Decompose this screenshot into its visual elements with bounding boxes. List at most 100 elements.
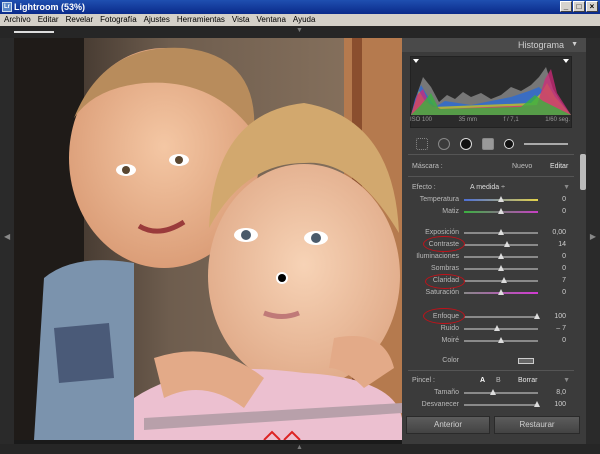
mask-label: Máscara : — [412, 163, 443, 170]
slider-track[interactable] — [464, 289, 538, 295]
slider-saturacion[interactable]: Saturación 0 — [410, 288, 572, 298]
slider-knob[interactable] — [498, 253, 504, 259]
menu-herramientas[interactable]: Herramientas — [177, 14, 225, 26]
slider-track[interactable] — [464, 325, 538, 331]
previous-button[interactable]: Anterior — [406, 416, 490, 434]
title-bar: Lr Lightroom (53%) _ □ × — [0, 0, 600, 14]
histogram-graph — [411, 59, 571, 115]
slider-track[interactable] — [464, 337, 538, 343]
close-button[interactable]: × — [586, 1, 598, 12]
histogram-info: ISO 100 35 mm f / 7,1 1/60 seg. — [410, 117, 570, 123]
slider-track[interactable] — [464, 401, 540, 407]
effect-row: Efecto : A medida ÷ ▼ — [410, 183, 572, 193]
effect-dropdown[interactable]: A medida ÷ — [470, 183, 505, 193]
brush-collapse-icon[interactable]: ▼ — [563, 376, 570, 386]
reset-button[interactable]: Restaurar — [494, 416, 580, 434]
slider-track[interactable] — [464, 389, 538, 395]
brush-slider-icon[interactable] — [524, 143, 568, 145]
slider-temperatura[interactable]: Temperatura 0 — [410, 195, 572, 205]
crop-tool-icon[interactable] — [416, 138, 428, 150]
slider-value: 14 — [558, 241, 566, 248]
color-label: Color — [442, 357, 459, 364]
mask-new-button[interactable]: Nuevo — [512, 162, 532, 172]
brush-b-button[interactable]: B — [496, 376, 501, 386]
left-panel-toggle-icon[interactable]: ◀ — [4, 232, 10, 241]
slider-knob[interactable] — [494, 325, 500, 331]
photo-preview[interactable] — [14, 38, 402, 440]
slider-knob[interactable] — [498, 196, 504, 202]
brush-erase-button[interactable]: Borrar — [518, 376, 537, 386]
menu-revelar[interactable]: Revelar — [66, 14, 94, 26]
slider-knob[interactable] — [504, 241, 510, 247]
slider-track[interactable] — [464, 229, 538, 235]
slider-track[interactable] — [464, 313, 540, 319]
tool-strip — [410, 136, 572, 152]
slider-tamano[interactable]: Tamaño 8,0 — [410, 388, 572, 398]
slider-label: Desvanecer — [421, 401, 459, 408]
slider-value: 0 — [562, 265, 566, 272]
divider — [408, 154, 574, 155]
panel-scrollbar[interactable] — [580, 154, 586, 190]
slider-knob[interactable] — [498, 289, 504, 295]
slider-track[interactable] — [464, 277, 538, 283]
slider-knob[interactable] — [498, 208, 504, 214]
iso-value: ISO 100 — [410, 117, 433, 123]
collapse-triangle-icon[interactable]: ▼ — [571, 41, 578, 48]
slider-knob[interactable] — [498, 229, 504, 235]
slider-value: 0 — [562, 196, 566, 203]
menu-editar[interactable]: Editar — [38, 14, 59, 26]
slider-moire[interactable]: Moiré 0 — [410, 336, 572, 346]
slider-value: 8,0 — [556, 389, 566, 396]
slider-value: 0 — [562, 289, 566, 296]
slider-track[interactable] — [464, 253, 538, 259]
slider-sombras[interactable]: Sombras 0 — [410, 264, 572, 274]
slider-value: 0 — [562, 253, 566, 260]
slider-iluminaciones[interactable]: Iluminaciones 0 — [410, 252, 572, 262]
top-panel-toggle-icon[interactable]: ▼ — [296, 27, 303, 34]
color-row: Color — [410, 356, 572, 366]
mask-edit-button[interactable]: Editar — [550, 162, 568, 172]
slider-track[interactable] — [464, 208, 538, 214]
graduated-filter-tool-icon[interactable] — [482, 138, 494, 150]
effect-collapse-icon[interactable]: ▼ — [563, 183, 570, 193]
slider-label: Iluminaciones — [416, 253, 459, 260]
maximize-button[interactable]: □ — [573, 1, 585, 12]
slider-label: Moiré — [441, 337, 459, 344]
brush-row: Pincel : A B Borrar ▼ — [410, 376, 572, 386]
slider-knob[interactable] — [534, 401, 540, 407]
slider-label: Saturación — [425, 289, 459, 296]
slider-knob[interactable] — [498, 337, 504, 343]
menu-vista[interactable]: Vista — [232, 14, 250, 26]
menu-ayuda[interactable]: Ayuda — [293, 14, 316, 26]
slider-value: 100 — [554, 313, 566, 320]
menu-ventana[interactable]: Ventana — [257, 14, 286, 26]
slider-knob[interactable] — [498, 265, 504, 271]
slider-matiz[interactable]: Matiz 0 — [410, 207, 572, 217]
slider-track[interactable] — [464, 241, 538, 247]
redeye-tool-icon[interactable] — [460, 138, 472, 150]
menu-archivo[interactable]: Archivo — [4, 14, 31, 26]
photo-image — [14, 38, 402, 440]
slider-ruido[interactable]: Ruido – 7 — [410, 324, 572, 334]
slider-value: 100 — [554, 401, 566, 408]
slider-track[interactable] — [464, 265, 538, 271]
divider — [408, 370, 574, 371]
minimize-button[interactable]: _ — [560, 1, 572, 12]
histogram-header[interactable]: Histograma ▼ — [402, 38, 586, 52]
adjustment-brush-tool-icon[interactable] — [504, 139, 514, 149]
slider-track[interactable] — [464, 196, 538, 202]
color-swatch[interactable] — [518, 358, 534, 364]
menu-ajustes[interactable]: Ajustes — [144, 14, 170, 26]
menu-fotografia[interactable]: Fotografía — [100, 14, 136, 26]
bottom-panel-toggle-icon[interactable]: ▲ — [296, 444, 303, 451]
right-panel-toggle-icon[interactable]: ▶ — [590, 232, 596, 241]
slider-knob[interactable] — [490, 389, 496, 395]
slider-knob[interactable] — [501, 277, 507, 283]
slider-knob[interactable] — [534, 313, 540, 319]
slider-label: Sombras — [430, 265, 459, 272]
brush-a-button[interactable]: A — [480, 376, 485, 386]
progress-bar — [14, 31, 54, 33]
brush-label: Pincel : — [412, 377, 435, 384]
slider-desvanecer[interactable]: Desvanecer 100 — [410, 400, 572, 410]
spot-removal-tool-icon[interactable] — [438, 138, 450, 150]
